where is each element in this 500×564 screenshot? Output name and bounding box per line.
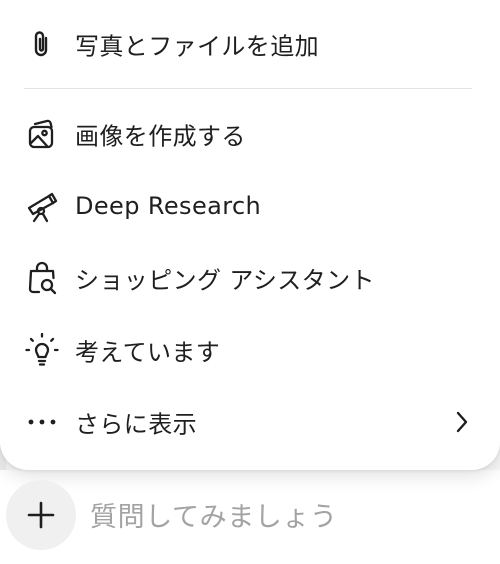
menu-item-label: さらに表示 [75, 410, 197, 439]
lightbulb-icon [22, 330, 62, 370]
prompt-input[interactable]: 質問してみましょう [90, 495, 338, 534]
menu-item-label: 考えています [75, 338, 221, 367]
chevron-right-icon [452, 408, 472, 436]
add-attachment-button[interactable] [6, 480, 76, 550]
paperclip-icon [22, 24, 62, 64]
shopping-bag-search-icon [22, 258, 62, 298]
more-dots-icon [22, 402, 62, 442]
menu-item-add-photos-files[interactable]: 写真とファイルを追加 [0, 16, 500, 72]
screen: 写真とファイルを追加 画像を作成する Deep Research ショッピング … [0, 0, 500, 564]
menu-item-shopping-assistant[interactable]: ショッピング アシスタント [0, 250, 500, 306]
menu-item-label: Deep Research [75, 192, 262, 220]
menu-item-deep-research[interactable]: Deep Research [0, 178, 500, 234]
menu-item-show-more[interactable]: さらに表示 [0, 394, 500, 450]
menu-item-label: ショッピング アシスタント [75, 266, 375, 295]
menu-item-thinking[interactable]: 考えています [0, 322, 500, 378]
menu-divider [24, 88, 472, 89]
attachment-menu: 写真とファイルを追加 画像を作成する Deep Research ショッピング … [0, 0, 500, 470]
image-create-icon [22, 114, 62, 154]
telescope-icon [22, 186, 62, 226]
menu-item-create-image[interactable]: 画像を作成する [0, 106, 500, 162]
plus-icon [25, 499, 57, 531]
menu-item-label: 画像を作成する [75, 122, 246, 151]
menu-item-label: 写真とファイルを追加 [75, 32, 319, 61]
